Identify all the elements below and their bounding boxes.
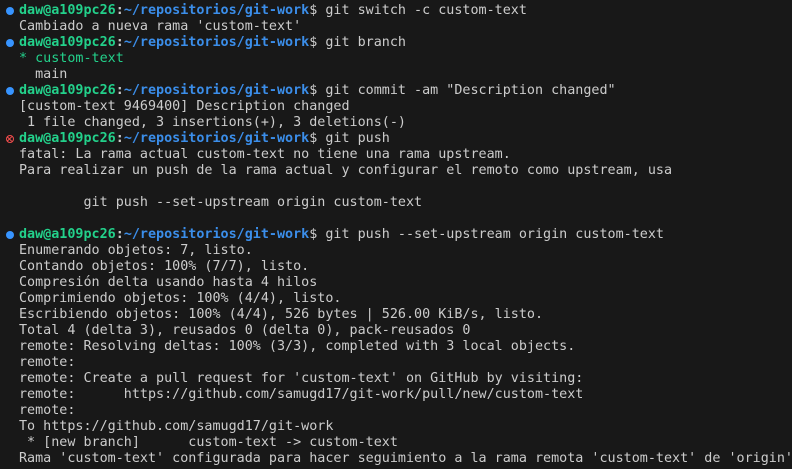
prompt-line: daw@a109pc26:~/repositorios/git-work$ gi… <box>0 35 792 51</box>
command-text: git push <box>317 131 390 146</box>
prompt-user-host: daw@a109pc26 <box>19 131 116 146</box>
output-text: Comprimiendo objetos: 100% (4/4), listo. <box>19 291 342 306</box>
output-line: remote: Resolving deltas: 100% (3/3), co… <box>0 339 792 355</box>
output-text: remote: <box>19 403 84 418</box>
output-line: remote: Create a pull request for 'custo… <box>0 371 792 387</box>
prompt-separator: : <box>115 3 124 18</box>
command-success-icon[interactable] <box>6 39 14 47</box>
output-text: Compresión delta usando hasta 4 hilos <box>19 275 318 290</box>
output-line: Total 4 (delta 3), reusados 0 (delta 0),… <box>0 323 792 339</box>
command-success-icon[interactable] <box>6 7 14 15</box>
command-text: git push --set-upstream origin custom-te… <box>317 227 664 242</box>
output-text: 1 file changed, 3 insertions(+), 3 delet… <box>19 115 406 130</box>
output-text: Rama 'custom-text' configurada para hace… <box>19 451 792 466</box>
output-line: Enumerando objetos: 7, listo. <box>0 243 792 259</box>
output-text: [custom-text 9469400] Description change… <box>19 99 350 114</box>
command-text: git branch <box>317 35 406 50</box>
prompt-separator: : <box>115 35 124 50</box>
prompt-separator: : <box>115 227 124 242</box>
output-text: * [new branch] custom-text -> custom-tex… <box>19 435 398 450</box>
output-text: remote: Resolving deltas: 100% (3/3), co… <box>19 339 576 354</box>
prompt-path: ~/repositorios/git-work <box>123 3 310 18</box>
prompt-separator: : <box>115 131 124 146</box>
output-line: [custom-text 9469400] Description change… <box>0 99 792 115</box>
output-text: Total 4 (delta 3), reusados 0 (delta 0),… <box>19 323 471 338</box>
output-line: git push --set-upstream origin custom-te… <box>0 195 792 211</box>
prompt-path: ~/repositorios/git-work <box>123 131 310 146</box>
command-text: git commit -am "Description changed" <box>317 83 616 98</box>
output-line: remote: <box>0 355 792 371</box>
output-text: remote: <box>19 355 84 370</box>
prompt-user-host: daw@a109pc26 <box>19 83 116 98</box>
output-line: remote: <box>0 403 792 419</box>
prompt-path: ~/repositorios/git-work <box>123 35 310 50</box>
prompt-separator: : <box>115 83 124 98</box>
prompt-path: ~/repositorios/git-work <box>123 227 310 242</box>
prompt-user-host: daw@a109pc26 <box>19 227 116 242</box>
command-error-icon[interactable] <box>5 134 14 143</box>
output-line: 1 file changed, 3 insertions(+), 3 delet… <box>0 115 792 131</box>
output-line: main <box>0 67 792 83</box>
output-line: * [new branch] custom-text -> custom-tex… <box>0 435 792 451</box>
output-text: * custom-text <box>19 51 124 66</box>
output-line: Escribiendo objetos: 100% (4/4), 526 byt… <box>0 307 792 323</box>
prompt-user-host: daw@a109pc26 <box>19 3 116 18</box>
output-text: To https://github.com/samugd17/git-work <box>19 419 334 434</box>
output-text: main <box>19 67 68 82</box>
prompt-line: daw@a109pc26:~/repositorios/git-work$ gi… <box>0 3 792 19</box>
output-text: remote: Create a pull request for 'custo… <box>19 371 584 386</box>
output-line: Para realizar un push de la rama actual … <box>0 163 792 179</box>
output-text: Cambiado a nueva rama 'custom-text' <box>19 19 302 34</box>
prompt-line: daw@a109pc26:~/repositorios/git-work$ gi… <box>0 83 792 99</box>
prompt-user-host: daw@a109pc26 <box>19 35 116 50</box>
command-text: git switch -c custom-text <box>317 3 527 18</box>
output-text: git push --set-upstream origin custom-te… <box>19 195 423 210</box>
output-line: remote: https://github.com/samugd17/git-… <box>0 387 792 403</box>
output-text: fatal: La rama actual custom-text no tie… <box>19 147 511 162</box>
output-text: Para realizar un push de la rama actual … <box>19 163 673 178</box>
output-line: fatal: La rama actual custom-text no tie… <box>0 147 792 163</box>
prompt-line: daw@a109pc26:~/repositorios/git-work$ gi… <box>0 227 792 243</box>
output-text: Escribiendo objetos: 100% (4/4), 526 byt… <box>19 307 544 322</box>
output-text: Contando objetos: 100% (7/7), listo. <box>19 259 310 274</box>
output-line: Cambiado a nueva rama 'custom-text' <box>0 19 792 35</box>
output-line: Comprimiendo objetos: 100% (4/4), listo. <box>0 291 792 307</box>
prompt-path: ~/repositorios/git-work <box>123 83 310 98</box>
output-line: Compresión delta usando hasta 4 hilos <box>0 275 792 291</box>
command-success-icon[interactable] <box>6 87 14 95</box>
command-success-icon[interactable] <box>6 231 14 239</box>
output-line: Contando objetos: 100% (7/7), listo. <box>0 259 792 275</box>
terminal-window[interactable]: daw@a109pc26:~/repositorios/git-work$ gi… <box>0 0 792 469</box>
prompt-line: daw@a109pc26:~/repositorios/git-work$ gi… <box>0 131 792 147</box>
output-line: Rama 'custom-text' configurada para hace… <box>0 451 792 467</box>
output-line: To https://github.com/samugd17/git-work <box>0 419 792 435</box>
output-line: * custom-text <box>0 51 792 67</box>
output-text: Enumerando objetos: 7, listo. <box>19 243 253 258</box>
output-text: remote: https://github.com/samugd17/git-… <box>19 387 584 402</box>
